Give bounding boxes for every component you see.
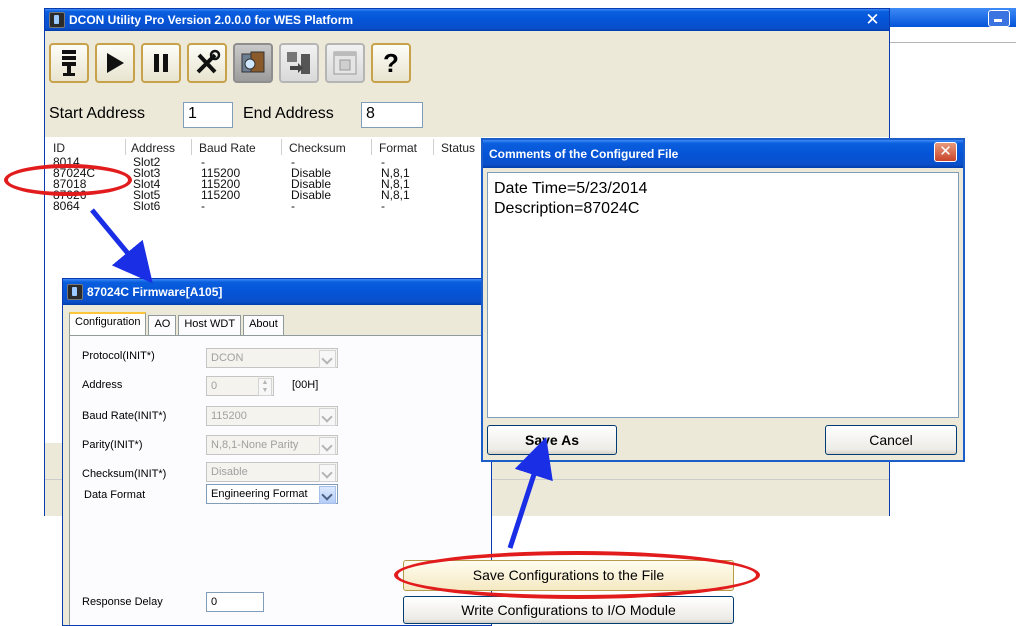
annotation-arrow-down [90, 208, 153, 284]
annotation-arrows [90, 208, 553, 549]
annotation-arrow-up [507, 436, 553, 549]
